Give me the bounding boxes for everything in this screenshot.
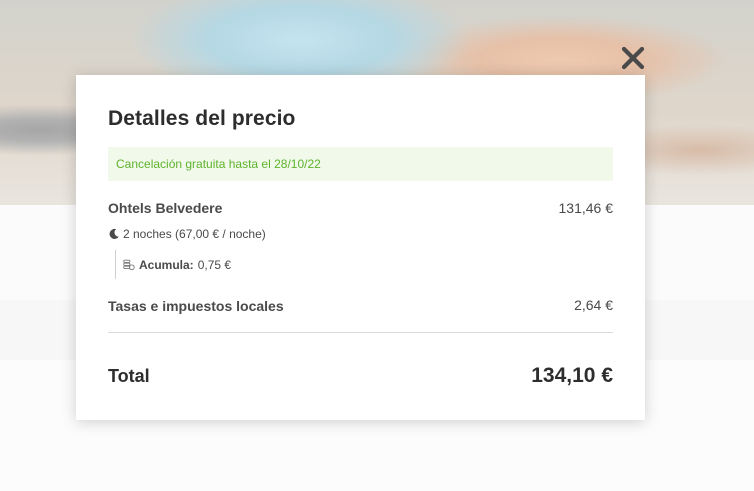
total-price: 134,10 € [531,364,613,387]
hotel-price: 131,46 € [558,200,614,216]
page: Detalles del precio Cancelación gratuita… [0,0,754,491]
close-icon [621,46,645,70]
price-details-modal: Detalles del precio Cancelación gratuita… [76,75,645,420]
accumulate-label: Acumula: [139,257,194,272]
coins-icon [123,259,135,271]
taxes-price: 2,64 € [574,297,613,313]
hotel-name: Ohtels Belvedere [108,200,223,216]
close-button[interactable] [619,44,647,72]
taxes-label: Tasas e impuestos locales [108,298,284,314]
free-cancellation-notice: Cancelación gratuita hasta el 28/10/22 [108,147,613,181]
accumulate-row: Acumula: 0,75 € [115,250,231,279]
nights-row: 2 noches (67,00 € / noche) [108,227,266,241]
accumulate-value: 0,75 € [197,257,232,272]
total-label: Total [108,366,150,386]
nights-text: 2 noches (67,00 € / noche) [123,227,266,241]
divider [108,332,613,333]
modal-title: Detalles del precio [108,107,296,130]
moon-icon [108,228,120,240]
